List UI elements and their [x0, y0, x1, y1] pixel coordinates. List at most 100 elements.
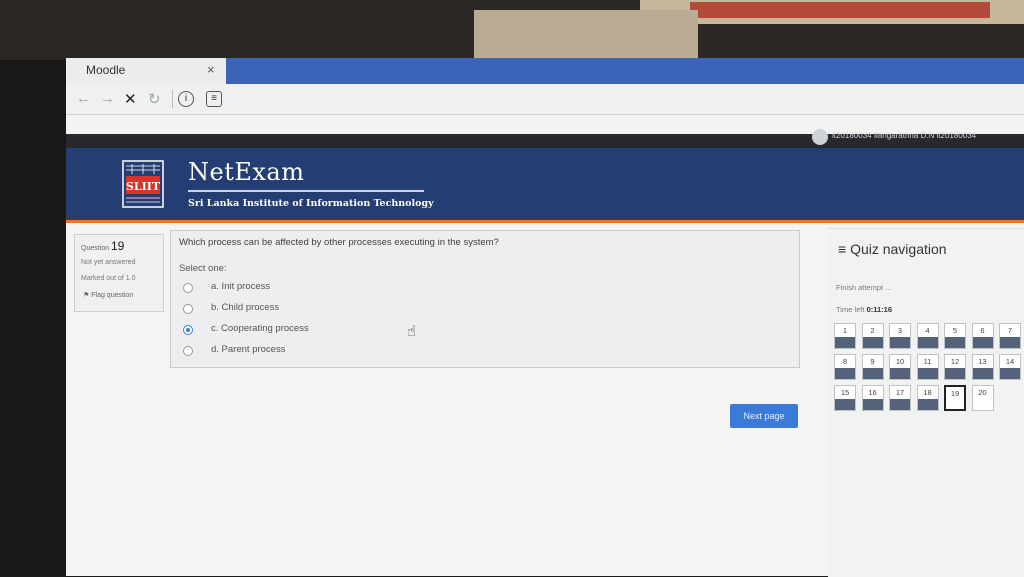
flag-question-link[interactable]: ⚑ Flag question — [83, 291, 133, 299]
answered-indicator — [945, 368, 965, 379]
quiz-nav-button-9[interactable]: 9 — [861, 354, 884, 380]
radio-option-b[interactable] — [183, 304, 193, 314]
answered-indicator — [890, 368, 910, 379]
user-bar: it20180034 Ilangarathna D.N it20180034 — [66, 129, 1024, 148]
finish-attempt-link[interactable]: Finish attempt ... — [836, 283, 891, 292]
stop-loading-icon[interactable]: ✕ — [124, 90, 137, 108]
tab-title: Moodle — [86, 63, 126, 77]
answered-indicator — [890, 399, 910, 410]
site-info-icon[interactable]: i — [178, 91, 194, 107]
quiz-nav-button-13[interactable]: 13 — [971, 354, 994, 380]
quiz-nav-button-label: 14 — [1005, 357, 1015, 366]
quiz-nav-button-label: 12 — [950, 357, 960, 366]
quiz-nav-button-label: 13 — [978, 357, 987, 366]
browser-tab[interactable]: Moodle × — [66, 58, 226, 84]
quiz-nav-button-19[interactable]: 19 — [944, 385, 966, 411]
logo-text: SLIIT — [126, 180, 161, 193]
answered-indicator — [917, 368, 938, 379]
question-button-grid: 1 2 3 4 5 6 7 8 9 10 11 12 13 14 15 16 17 18 19 20 — [834, 323, 1024, 443]
quiz-nav-button-17[interactable]: 17 — [889, 385, 911, 411]
timer-label: Time left — [836, 305, 865, 314]
quiz-nav-button-1[interactable]: 1 — [834, 323, 856, 349]
option-label[interactable]: b. Child process — [211, 302, 279, 313]
answered-indicator — [917, 337, 938, 348]
quiz-nav-button-label: 6 — [980, 326, 985, 335]
radio-option-c[interactable] — [183, 325, 193, 335]
option-label[interactable]: a. Init process — [211, 281, 270, 292]
quiz-nav-button-label: 17 — [895, 388, 905, 397]
quiz-nav-button-label: 4 — [925, 326, 930, 335]
answered-indicator — [890, 337, 910, 348]
next-page-button[interactable]: Next page — [730, 404, 798, 428]
quiz-nav-button-18[interactable]: 18 — [916, 385, 939, 411]
question-marks: Marked out of 1.0 — [81, 275, 136, 282]
flag-question-label: Flag question — [91, 292, 134, 299]
page-icon[interactable]: ≡ — [206, 91, 222, 107]
quiz-nav-button-label: 19 — [950, 389, 960, 398]
question-text: Which process can be affected by other p… — [179, 237, 499, 248]
navigation-bar: ← → ✕ ↻ i ≡ — [66, 84, 1024, 115]
quiz-nav-button-label: 7 — [1007, 326, 1013, 335]
browser-window: Moodle × ← → ✕ ↻ i ≡ it20180034 Ilangara… — [66, 58, 1024, 577]
question-number: Question 19 — [81, 239, 124, 253]
answered-indicator — [835, 337, 855, 348]
quiz-nav-button-16[interactable]: 16 — [861, 385, 884, 411]
flag-icon: ⚑ — [83, 292, 90, 299]
quiz-navigation: ≡ Quiz navigation Finish attempt ... Tim… — [828, 228, 1024, 577]
user-avatar[interactable] — [812, 129, 828, 145]
quiz-nav-button-12[interactable]: 12 — [944, 354, 966, 380]
select-one-prompt: Select one: — [179, 263, 227, 274]
forward-arrow-icon[interactable]: → — [100, 90, 115, 107]
brand-divider — [188, 190, 424, 192]
quiz-nav-button-7[interactable]: 7 — [999, 323, 1021, 349]
radio-option-a[interactable] — [183, 283, 193, 293]
site-header: SLIIT NetExam Sri Lanka Institute of Inf… — [66, 148, 1024, 223]
question-content: Which process can be affected by other p… — [170, 230, 800, 368]
quiz-nav-button-label: 2 — [870, 326, 875, 335]
quiz-nav-button-label: 8 — [842, 357, 848, 366]
timer: Time left 0:11:16 — [836, 305, 892, 314]
answered-indicator — [1000, 368, 1020, 379]
quiz-nav-button-15[interactable]: 15 — [834, 385, 856, 411]
answered-indicator — [835, 399, 855, 410]
answered-indicator — [1000, 337, 1020, 348]
back-arrow-icon[interactable]: ← — [76, 90, 91, 107]
answered-indicator — [862, 368, 883, 379]
quiz-nav-button-6[interactable]: 6 — [971, 323, 994, 349]
quiz-nav-button-label: 10 — [895, 357, 905, 366]
option-label[interactable]: c. Cooperating process — [211, 323, 309, 334]
quiz-nav-button-label: 3 — [897, 326, 903, 335]
quiz-nav-button-14[interactable]: 14 — [999, 354, 1021, 380]
moodle-page: it20180034 Ilangarathna D.N it20180034 S… — [66, 129, 1024, 577]
background-red-shelf — [690, 2, 990, 18]
hand-cursor-icon: ☝ — [407, 323, 417, 340]
answered-indicator — [862, 337, 883, 348]
tab-close-icon[interactable]: × — [207, 62, 215, 77]
radio-option-d[interactable] — [183, 346, 193, 356]
brand-name[interactable]: NetExam — [188, 158, 304, 186]
user-name[interactable]: it20180034 Ilangarathna D.N it20180034 — [832, 131, 976, 140]
reload-icon[interactable]: ↻ — [148, 90, 161, 108]
question-info: Question 19 Not yet answered Marked out … — [74, 234, 164, 312]
monitor-bezel — [0, 60, 72, 576]
quiz-nav-button-label: 18 — [923, 388, 932, 397]
quiz-nav-button-2[interactable]: 2 — [861, 323, 884, 349]
tab-bar: Moodle × — [66, 58, 1024, 84]
quiz-nav-button-label: 1 — [842, 326, 848, 335]
sliit-logo-icon: SLIIT — [122, 160, 164, 208]
quiz-nav-button-label: 5 — [952, 326, 958, 335]
quiz-nav-button-3[interactable]: 3 — [889, 323, 911, 349]
answered-indicator — [945, 337, 965, 348]
quiz-nav-button-8[interactable]: 8 — [834, 354, 856, 380]
answered-indicator — [835, 368, 855, 379]
quiz-nav-button-label: 15 — [840, 388, 850, 397]
quiz-nav-button-11[interactable]: 11 — [916, 354, 939, 380]
quiz-nav-button-20[interactable]: 20 — [971, 385, 994, 411]
option-label[interactable]: d. Parent process — [211, 344, 285, 355]
menu-icon: ≡ — [838, 241, 847, 257]
quiz-nav-button-4[interactable]: 4 — [916, 323, 939, 349]
question-number-label: Question — [81, 245, 110, 252]
quiz-nav-button-5[interactable]: 5 — [944, 323, 966, 349]
quiz-nav-button-10[interactable]: 10 — [889, 354, 911, 380]
question-state: Not yet answered — [81, 259, 136, 266]
